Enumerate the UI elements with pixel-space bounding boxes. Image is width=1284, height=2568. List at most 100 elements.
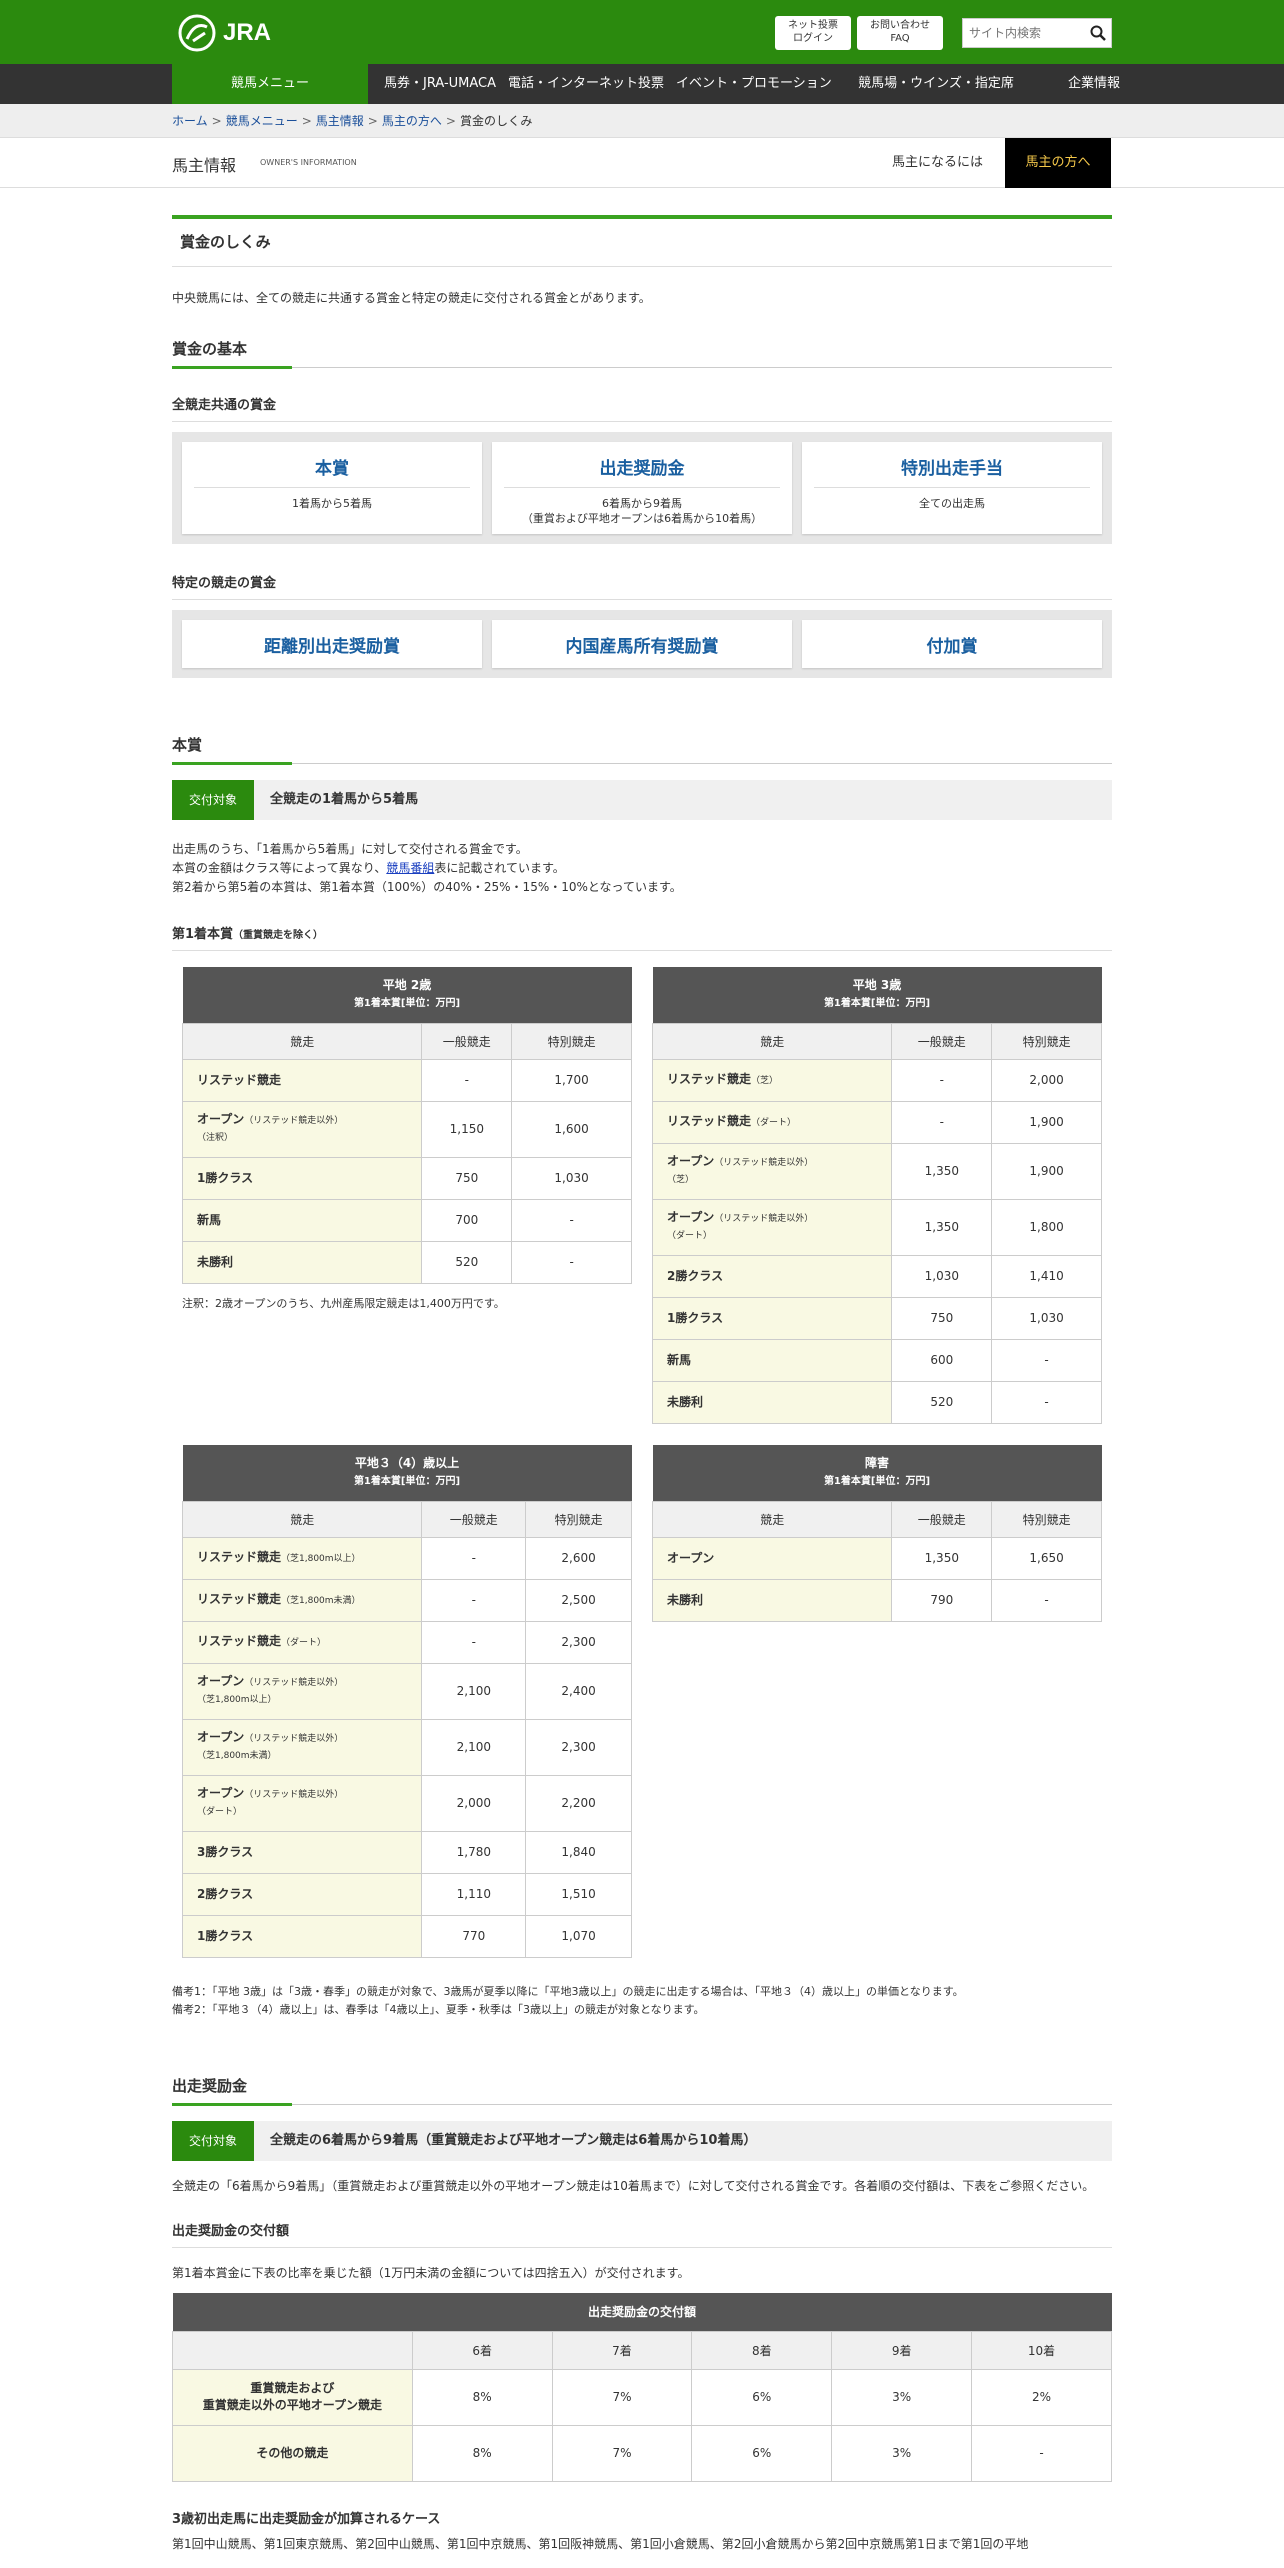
breadcrumb-race-menu[interactable]: 競馬メニュー: [226, 114, 298, 128]
cell-general: 520: [421, 1240, 513, 1284]
card-shusso[interactable]: 出走奨励金 6着馬から9着馬 （重賞および平地オープンは6着馬から10着馬）: [492, 442, 792, 534]
heading-basic: 賞金の基本: [172, 338, 1112, 369]
nav-item-vote[interactable]: 電話・インターネット投票: [492, 64, 664, 104]
row-label-sub: （リステッド競走以外）: [714, 1214, 814, 1224]
col-header: 競走: [651, 1500, 893, 1538]
cell-rate: 8%: [411, 2424, 553, 2482]
row-label: 1勝クラス: [651, 1296, 893, 1340]
table-unit: 第1着本賞[単位：万円]: [353, 1476, 461, 1488]
cell-general: 2,100: [421, 1662, 527, 1720]
net-vote-login-button[interactable]: ネット投票 ログイン: [775, 16, 851, 50]
row-label-text: 重賞競走および: [250, 2381, 335, 2395]
table-col-row: 6着 7着 8着 9着 10着: [172, 2330, 1112, 2370]
table-title: 障害 第1着本賞[単位：万円]: [652, 1445, 1102, 1501]
breadcrumb-owner[interactable]: 馬主の方へ: [382, 114, 442, 128]
table-head-row: 平地 3歳 第1着本賞[単位：万円]: [652, 967, 1102, 1023]
heading-honsho: 本賞: [172, 734, 1112, 765]
row-label: リステッド競走（ダート）: [651, 1100, 893, 1144]
row-label-text: オープン: [667, 1210, 715, 1224]
nav-item-event[interactable]: イベント・プロモーション: [660, 64, 840, 104]
row-label: 2勝クラス: [651, 1254, 893, 1298]
cell-general: 520: [891, 1380, 993, 1424]
table-unit: 第1着本賞[単位：万円]: [823, 998, 931, 1010]
honsho-text-3: 第2着から第5着の本賞は、第1着本賞（100%）の40%・25%・15%・10%…: [172, 880, 682, 894]
heading-shusso: 出走奨励金: [172, 2075, 1112, 2106]
row-label-text: 1勝クラス: [667, 1310, 724, 1325]
row-label: 新馬: [651, 1338, 893, 1382]
card-distance[interactable]: 距離別出走奨励賞: [182, 620, 482, 668]
row-label-text: 未勝利: [197, 1254, 234, 1269]
shusso-text-2: 第1着本賞金に下表の比率を乗じた額（1万円未満の金額については四捨五入）が交付さ…: [172, 2266, 690, 2280]
cell-special: 1,030: [511, 1156, 632, 1200]
bottom-text: 第1回中山競馬、第1回東京競馬、第2回中山競馬、第1回中京競馬、第1回阪神競馬、…: [172, 2536, 1029, 2551]
cell-special: -: [511, 1240, 632, 1284]
search-input[interactable]: [969, 20, 1089, 46]
cell-special: 1,030: [991, 1296, 1102, 1340]
nav-item-racecourse[interactable]: 競馬場・ウインズ・指定席: [840, 64, 1032, 104]
row-label: オープン（リステッド競走以外） （芝）: [651, 1142, 893, 1200]
row-label: 新馬: [181, 1198, 423, 1242]
row-label-text: オープン: [667, 1550, 715, 1565]
row-label-text: リステッド競走: [667, 1071, 752, 1086]
breadcrumb-home[interactable]: ホーム: [172, 114, 208, 128]
jra-logo[interactable]: JRA: [177, 13, 271, 53]
row-label-sub: （ダート）: [281, 1637, 327, 1648]
row-label-text: 未勝利: [667, 1394, 704, 1409]
cell-general: -: [421, 1536, 527, 1580]
table-row: 1勝クラス 750 1,030: [181, 1156, 632, 1200]
table-row: オープン（リステッド競走以外） （芝1,800m未満） 2,100 2,300: [181, 1718, 632, 1776]
table-row: 3勝クラス 1,780 1,840: [181, 1830, 632, 1874]
nav-item-company[interactable]: 企業情報: [1032, 64, 1156, 104]
tab-become-owner[interactable]: 馬主になるには: [870, 138, 1005, 188]
table-row: リステッド競走（芝1,800m以上） -2,600: [181, 1536, 632, 1580]
table-unit: 第1着本賞[単位：万円]: [823, 1476, 931, 1488]
col-header: 一般競走: [421, 1500, 527, 1538]
row-label: オープン（リステッド競走以外） （芝1,800m以上）: [181, 1662, 423, 1720]
page-title: 賞金のしくみ: [172, 215, 1112, 267]
cell-special: -: [991, 1380, 1102, 1424]
breadcrumb-owner-info[interactable]: 馬主情報: [316, 114, 364, 128]
row-label-text: 1勝クラス: [197, 1928, 254, 1943]
card-domestic[interactable]: 内国産馬所有奨励賞: [492, 620, 792, 668]
cell-general: 1,030: [891, 1254, 993, 1298]
nav-item-race-menu[interactable]: 競馬メニュー: [172, 64, 368, 104]
row-label-sub: （ダート）: [751, 1117, 797, 1128]
race-program-link[interactable]: 競馬番組: [386, 861, 434, 875]
cell-general: 770: [421, 1914, 527, 1958]
tab-for-owners[interactable]: 馬主の方へ: [1005, 138, 1111, 188]
shusso-text-1: 全競走の「6着馬から9着馬」（重賞競走および重賞競走以外の平地オープン競走は10…: [172, 2179, 1095, 2193]
cell-rate: 7%: [551, 2368, 693, 2426]
honsho-text-1: 出走馬のうち、「1着馬から5着馬」に対して交付される賞金です。: [172, 842, 528, 856]
search-icon[interactable]: [1089, 24, 1107, 42]
cell-special: 1,800: [991, 1198, 1102, 1256]
row-label-sub2: （芝）: [667, 1175, 695, 1185]
table-row: オープン（リステッド競走以外） （芝1,800m以上） 2,100 2,400: [181, 1662, 632, 1720]
table-row: 重賞競走および 重賞競走以外の平地オープン競走 8% 7% 6% 3% 2%: [172, 2368, 1112, 2426]
row-label-text: リステッド競走: [197, 1633, 282, 1648]
card-tokubetsu[interactable]: 特別出走手当 全ての出走馬: [802, 442, 1102, 534]
row-label-text: 1勝クラス: [197, 1170, 254, 1185]
card-honsho[interactable]: 本賞 1着馬から5着馬: [182, 442, 482, 534]
breadcrumb: ホーム > 競馬メニュー > 馬主情報 > 馬主の方へ > 賞金のしくみ: [0, 104, 1284, 138]
col-header: 特別競走: [991, 1500, 1102, 1538]
heading-specific: 特定の競走の賞金: [172, 572, 1112, 600]
table-row: 2勝クラス 1,030 1,410: [651, 1254, 1102, 1298]
cell-rate: 8%: [411, 2368, 553, 2426]
row-label-text: 未勝利: [667, 1592, 704, 1607]
row-label: オープン（リステッド競走以外） （ダート）: [181, 1774, 423, 1832]
cell-rate: 3%: [831, 2368, 973, 2426]
table-row: 新馬 600-: [651, 1338, 1102, 1382]
faq-button[interactable]: お問い合わせ FAQ: [857, 16, 943, 50]
cell-special: 1,900: [991, 1142, 1102, 1200]
target-value: 全競走の6着馬から9着馬（重賞競走および平地オープン競走は6着馬から10着馬）: [270, 2133, 757, 2148]
nav-item-baken[interactable]: 馬券・JRA-UMACA: [368, 64, 496, 104]
cell-special: 2,400: [525, 1662, 632, 1720]
row-label-text: オープン: [197, 1674, 245, 1688]
cell-general: 1,780: [421, 1830, 527, 1874]
cell-general: -: [891, 1100, 993, 1144]
row-label-sub: （リステッド競走以外）: [244, 1116, 344, 1126]
cell-special: 1,600: [511, 1100, 632, 1158]
table-col-row: 競走 一般競走 特別競走: [181, 1500, 632, 1538]
card-fuka[interactable]: 付加賞: [802, 620, 1102, 668]
table-row: 1勝クラス 750 1,030: [651, 1296, 1102, 1340]
